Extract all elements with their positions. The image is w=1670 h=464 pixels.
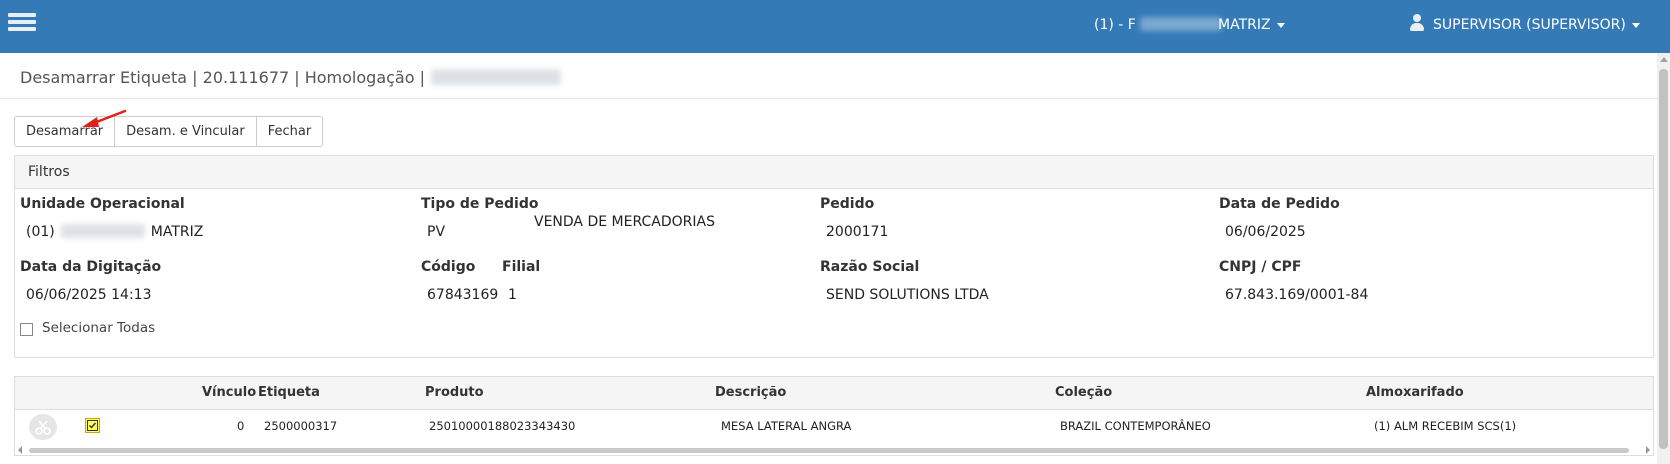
select-all-label[interactable]: Selecionar Todas (42, 320, 155, 336)
razao-social-value: SEND SOLUTIONS LTDA (826, 287, 989, 303)
filial-value: 1 (508, 287, 517, 303)
check-icon (87, 420, 98, 431)
branch-label: MATRIZ (1218, 17, 1271, 33)
user-dropdown[interactable]: SUPERVISOR (SUPERVISOR) (1433, 17, 1640, 33)
scroll-right-arrow-icon[interactable] (1646, 446, 1650, 454)
close-button[interactable]: Fechar (257, 117, 322, 146)
caret-down-icon (1276, 22, 1285, 28)
cnpj-cpf-value: 67.843.169/0001-84 (1225, 287, 1369, 303)
untie-and-link-button[interactable]: Desam. e Vincular (115, 117, 257, 146)
scroll-up-arrow-icon[interactable] (1660, 57, 1668, 62)
unidade-operacional-label: Unidade Operacional (20, 196, 185, 212)
tipo-pedido-description: VENDA DE MERCADORIAS (534, 214, 715, 230)
grid-header: Vínculo Etiqueta Produto Descrição Coleç… (15, 377, 1653, 410)
redacted-unit-name (1140, 17, 1223, 31)
horizontal-scrollbar[interactable] (15, 445, 1653, 455)
branch-dropdown[interactable]: MATRIZ (1218, 17, 1285, 33)
row-checkbox[interactable] (85, 418, 100, 433)
labels-grid: Vínculo Etiqueta Produto Descrição Coleç… (14, 376, 1654, 456)
codigo-value: 67843169 (427, 287, 499, 303)
horizontal-scrollbar-thumb[interactable] (29, 448, 1629, 453)
column-header-vinculo[interactable]: Vínculo (202, 385, 256, 400)
title-divider (0, 98, 1657, 99)
select-all-checkbox[interactable] (20, 323, 33, 336)
column-header-produto[interactable]: Produto (425, 385, 484, 400)
cnpj-cpf-label: CNPJ / CPF (1219, 259, 1302, 275)
scrollbar-thumb[interactable] (1659, 69, 1668, 449)
scroll-left-arrow-icon[interactable] (18, 446, 22, 454)
column-header-colecao[interactable]: Coleção (1055, 385, 1112, 400)
user-icon (1409, 14, 1425, 32)
redacted-unit-name (60, 224, 145, 238)
codigo-label: Código (421, 259, 476, 275)
redacted-title-part (431, 69, 561, 85)
cell-descricao: MESA LATERAL ANGRA (721, 419, 852, 433)
unidade-operacional-code: (01) (26, 224, 55, 240)
unidade-operacional-value: (01) MATRIZ (26, 224, 203, 240)
caret-down-icon (1631, 22, 1640, 28)
tipo-pedido-code: PV (427, 224, 446, 240)
tipo-pedido-label: Tipo de Pedido (421, 196, 539, 212)
filters-heading: Filtros (15, 156, 1653, 189)
hamburger-menu-icon[interactable] (8, 13, 36, 33)
cell-etiqueta: 2500000317 (264, 419, 338, 433)
unidade-operacional-name: MATRIZ (150, 224, 204, 240)
pedido-value: 2000171 (826, 224, 889, 240)
unlink-icon[interactable] (29, 414, 57, 440)
user-label: SUPERVISOR (SUPERVISOR) (1433, 17, 1626, 33)
vertical-scrollbar[interactable] (1657, 53, 1670, 464)
page-title-text: Desamarrar Etiqueta | 20.111677 | Homolo… (20, 68, 425, 87)
cell-vinculo: 0 (237, 419, 245, 433)
toolbar-button-group: Desamarrar Desam. e Vincular Fechar (14, 116, 324, 147)
operational-unit-selector[interactable]: (1) - F (1094, 17, 1223, 33)
table-row[interactable]: 0 2500000317 25010000188023343430 MESA L… (15, 410, 1653, 442)
cell-produto: 25010000188023343430 (429, 419, 576, 433)
filial-label: Filial (502, 259, 541, 275)
razao-social-label: Razão Social (820, 259, 920, 275)
data-pedido-label: Data de Pedido (1219, 196, 1340, 212)
column-header-descricao[interactable]: Descrição (715, 385, 786, 400)
top-navbar: (1) - F MATRIZ SUPERVISOR (SUPERVISOR) (0, 0, 1670, 53)
unit-label: (1) - F (1094, 17, 1136, 33)
filters-panel: Filtros Unidade Operacional (01) MATRIZ T… (14, 155, 1654, 358)
column-header-etiqueta[interactable]: Etiqueta (258, 385, 320, 400)
data-pedido-value: 06/06/2025 (1225, 224, 1306, 240)
page-title: Desamarrar Etiqueta | 20.111677 | Homolo… (20, 68, 561, 87)
pedido-label: Pedido (820, 196, 875, 212)
annotation-arrow-icon (82, 109, 127, 127)
data-digitacao-label: Data da Digitação (20, 259, 162, 275)
cell-almoxarifado: (1) ALM RECEBIM SCS(1) (1374, 419, 1517, 433)
data-digitacao-value: 06/06/2025 14:13 (26, 287, 152, 303)
cell-colecao: BRAZIL CONTEMPORÂNEO (1060, 419, 1211, 433)
column-header-almoxarifado[interactable]: Almoxarifado (1366, 385, 1464, 400)
